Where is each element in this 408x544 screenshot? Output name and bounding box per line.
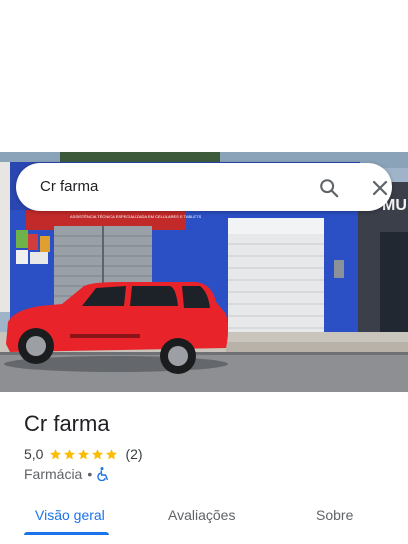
star-icon bbox=[50, 448, 62, 459]
map-blank-area bbox=[0, 0, 408, 152]
tab-visao-geral[interactable]: Visão geral bbox=[35, 506, 105, 524]
close-icon[interactable] bbox=[370, 178, 390, 198]
place-category: Farmácia bbox=[24, 466, 83, 482]
star-icon bbox=[78, 448, 90, 459]
category-row: Farmácia • bbox=[24, 465, 110, 483]
place-title: Cr farma bbox=[24, 411, 110, 436]
rating-value: 5,0 bbox=[24, 446, 44, 462]
review-count[interactable]: (2) bbox=[125, 446, 142, 462]
star-icon bbox=[64, 448, 76, 459]
tab-avaliacoes[interactable]: Avaliações bbox=[168, 506, 235, 524]
wheelchair-accessible-icon bbox=[97, 467, 110, 482]
separator: • bbox=[87, 466, 93, 482]
search-bar[interactable]: Cr farma bbox=[16, 163, 392, 211]
rating-row[interactable]: 5,0 (2) bbox=[24, 444, 143, 464]
star-rating bbox=[49, 448, 119, 461]
star-icon bbox=[92, 448, 104, 459]
search-icon[interactable] bbox=[318, 177, 340, 199]
search-input[interactable]: Cr farma bbox=[40, 177, 98, 197]
tab-bar: Visão geral Avaliações Sobre bbox=[0, 494, 408, 536]
active-tab-indicator bbox=[24, 532, 109, 535]
place-details-panel: Cr farma 5,0 (2) Farmácia • Visão geral … bbox=[0, 392, 408, 544]
star-icon bbox=[106, 448, 118, 459]
tab-sobre[interactable]: Sobre bbox=[316, 506, 353, 524]
store-sign-text: ASSISTÊNCIA TÉCNICA ESPECIALIZADA EM CEL… bbox=[70, 214, 201, 219]
